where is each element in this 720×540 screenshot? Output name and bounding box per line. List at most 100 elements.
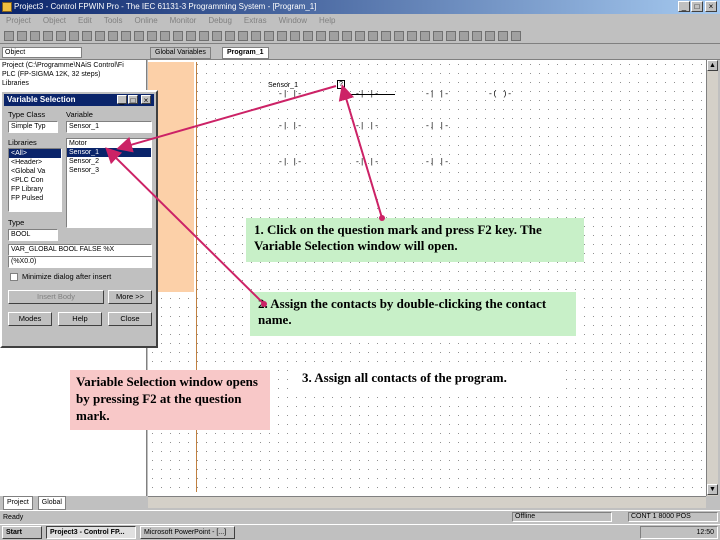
tree-item-project[interactable]: Project (C:\Programme\NAiS Control\Fi xyxy=(2,62,124,69)
toolbar-tool-icon[interactable] xyxy=(173,31,183,41)
toolbar-tool-icon[interactable] xyxy=(30,31,40,41)
contact-2-2[interactable]: -| |- xyxy=(355,122,379,131)
toolbar-tool-icon[interactable] xyxy=(472,31,482,41)
libraries-list[interactable]: <All> <Header> <Global Va <PLC Con FP Librar… xyxy=(8,148,62,212)
tree-tab-project[interactable]: Project xyxy=(3,496,33,510)
toolbar-tool-icon[interactable] xyxy=(420,31,430,41)
toolbar-tool-icon[interactable] xyxy=(56,31,66,41)
menu-item-tools[interactable]: Tools xyxy=(104,16,123,25)
toolbar-tool-icon[interactable] xyxy=(225,31,235,41)
menu-item-debug[interactable]: Debug xyxy=(208,16,232,25)
variable-item[interactable]: Sensor_2 xyxy=(67,157,151,166)
contact-2-1[interactable]: -| |- xyxy=(278,122,302,131)
toolbar-tool-icon[interactable] xyxy=(82,31,92,41)
toolbar-tool-icon[interactable] xyxy=(511,31,521,41)
object-combo[interactable]: Object xyxy=(2,47,82,58)
library-item[interactable]: <All> xyxy=(9,149,61,158)
toolbar-tool-icon[interactable] xyxy=(186,31,196,41)
toolbar-tool-icon[interactable] xyxy=(147,31,157,41)
insert-body-button[interactable]: Insert Body xyxy=(8,290,104,304)
close-window-button[interactable]: × xyxy=(705,1,717,12)
toolbar-tool-icon[interactable] xyxy=(199,31,209,41)
contact-1-2[interactable]: -| |- xyxy=(355,90,379,99)
toolbar-tool-icon[interactable] xyxy=(69,31,79,41)
toolbar-tool-icon[interactable] xyxy=(446,31,456,41)
contact-1-1[interactable]: -| |- xyxy=(278,90,302,99)
type-class-select[interactable]: Simple Typ xyxy=(8,121,58,133)
menu-item-extras[interactable]: Extras xyxy=(244,16,267,25)
library-item[interactable]: <PLC Con xyxy=(9,176,61,185)
tree-item-libraries[interactable]: Libraries xyxy=(2,80,29,87)
close-button[interactable]: Close xyxy=(108,312,152,326)
toolbar-tool-icon[interactable] xyxy=(4,31,14,41)
tree-item-plc[interactable]: PLC (FP-SIGMA 12K, 32 steps) xyxy=(2,71,100,78)
tree-tab-global[interactable]: Global xyxy=(37,496,66,510)
toolbar-tool-icon[interactable] xyxy=(134,31,144,41)
toolbar-tool-icon[interactable] xyxy=(303,31,313,41)
tab-global-variables[interactable]: Global Variables xyxy=(150,47,211,59)
toolbar-tool-icon[interactable] xyxy=(342,31,352,41)
toolbar-tool-icon[interactable] xyxy=(121,31,131,41)
toolbar-tool-icon[interactable] xyxy=(43,31,53,41)
toolbar-tool-icon[interactable] xyxy=(251,31,261,41)
dialog-maximize-button[interactable]: □ xyxy=(128,95,138,105)
toolbar-tool-icon[interactable] xyxy=(212,31,222,41)
minimize-checkbox[interactable] xyxy=(10,273,18,281)
horizontal-scrollbar[interactable] xyxy=(148,496,706,508)
dialog-minimize-button[interactable]: _ xyxy=(117,95,127,105)
contact-1-3[interactable]: -| |- xyxy=(425,90,449,99)
library-item[interactable]: FP Library xyxy=(9,185,61,194)
menu-item-help[interactable]: Help xyxy=(319,16,335,25)
toolbar-tool-icon[interactable] xyxy=(329,31,339,41)
modes-button[interactable]: Modes xyxy=(8,312,52,326)
menu-item-monitor[interactable]: Monitor xyxy=(170,16,197,25)
menu-item-edit[interactable]: Edit xyxy=(78,16,92,25)
dialog-close-x-button[interactable]: × xyxy=(141,95,151,105)
variables-list[interactable]: Motor Sensor_1 Sensor_2 Sensor_3 xyxy=(66,138,152,228)
toolbar-tool-icon[interactable] xyxy=(498,31,508,41)
help-button[interactable]: Help xyxy=(58,312,102,326)
toolbar-tool-icon[interactable] xyxy=(108,31,118,41)
toolbar-tool-icon[interactable] xyxy=(394,31,404,41)
library-item[interactable]: FP Pulsed xyxy=(9,194,61,203)
library-item[interactable]: <Global Va xyxy=(9,167,61,176)
taskbar-powerpoint[interactable]: Microsoft PowerPoint - [...] xyxy=(140,526,235,539)
toolbar-tool-icon[interactable] xyxy=(264,31,274,41)
menu-item-window[interactable]: Window xyxy=(279,16,307,25)
tab-program-1[interactable]: Program_1 xyxy=(222,47,269,59)
toolbar-tool-icon[interactable] xyxy=(368,31,378,41)
vertical-scrollbar[interactable]: ▲ ▼ xyxy=(706,60,718,496)
coil-1[interactable]: -( )- xyxy=(488,90,512,99)
toolbar-tool-icon[interactable] xyxy=(381,31,391,41)
variable-input[interactable]: Sensor_1 xyxy=(66,121,152,133)
contact-3-1[interactable]: -| |- xyxy=(278,158,302,167)
contact-2-3[interactable]: -| |- xyxy=(425,122,449,131)
variable-item[interactable]: Motor xyxy=(67,139,151,148)
type-select[interactable]: BOOL xyxy=(8,229,58,241)
maximize-button[interactable]: □ xyxy=(691,1,703,12)
toolbar-tool-icon[interactable] xyxy=(17,31,27,41)
more-button[interactable]: More >> xyxy=(108,290,152,304)
menu-item-online[interactable]: Online xyxy=(135,16,158,25)
variable-item[interactable]: Sensor_3 xyxy=(67,166,151,175)
toolbar-tool-icon[interactable] xyxy=(459,31,469,41)
toolbar-tool-icon[interactable] xyxy=(277,31,287,41)
toolbar-tool-icon[interactable] xyxy=(485,31,495,41)
toolbar-tool-icon[interactable] xyxy=(160,31,170,41)
toolbar-tool-icon[interactable] xyxy=(316,31,326,41)
toolbar-tool-icon[interactable] xyxy=(433,31,443,41)
scroll-up-icon[interactable]: ▲ xyxy=(707,60,718,71)
start-button[interactable]: Start xyxy=(2,526,42,539)
toolbar-tool-icon[interactable] xyxy=(238,31,248,41)
contact-3-3[interactable]: -| |- xyxy=(425,158,449,167)
toolbar-tool-icon[interactable] xyxy=(290,31,300,41)
variable-item[interactable]: Sensor_1 xyxy=(67,148,151,157)
toolbar-tool-icon[interactable] xyxy=(407,31,417,41)
toolbar-tool-icon[interactable] xyxy=(95,31,105,41)
library-item[interactable]: <Header> xyxy=(9,158,61,167)
menu-item-project[interactable]: Project xyxy=(6,16,31,25)
menu-item-object[interactable]: Object xyxy=(43,16,66,25)
contact-3-2[interactable]: -| |- xyxy=(355,158,379,167)
minimize-button[interactable]: _ xyxy=(678,1,690,12)
toolbar-tool-icon[interactable] xyxy=(355,31,365,41)
